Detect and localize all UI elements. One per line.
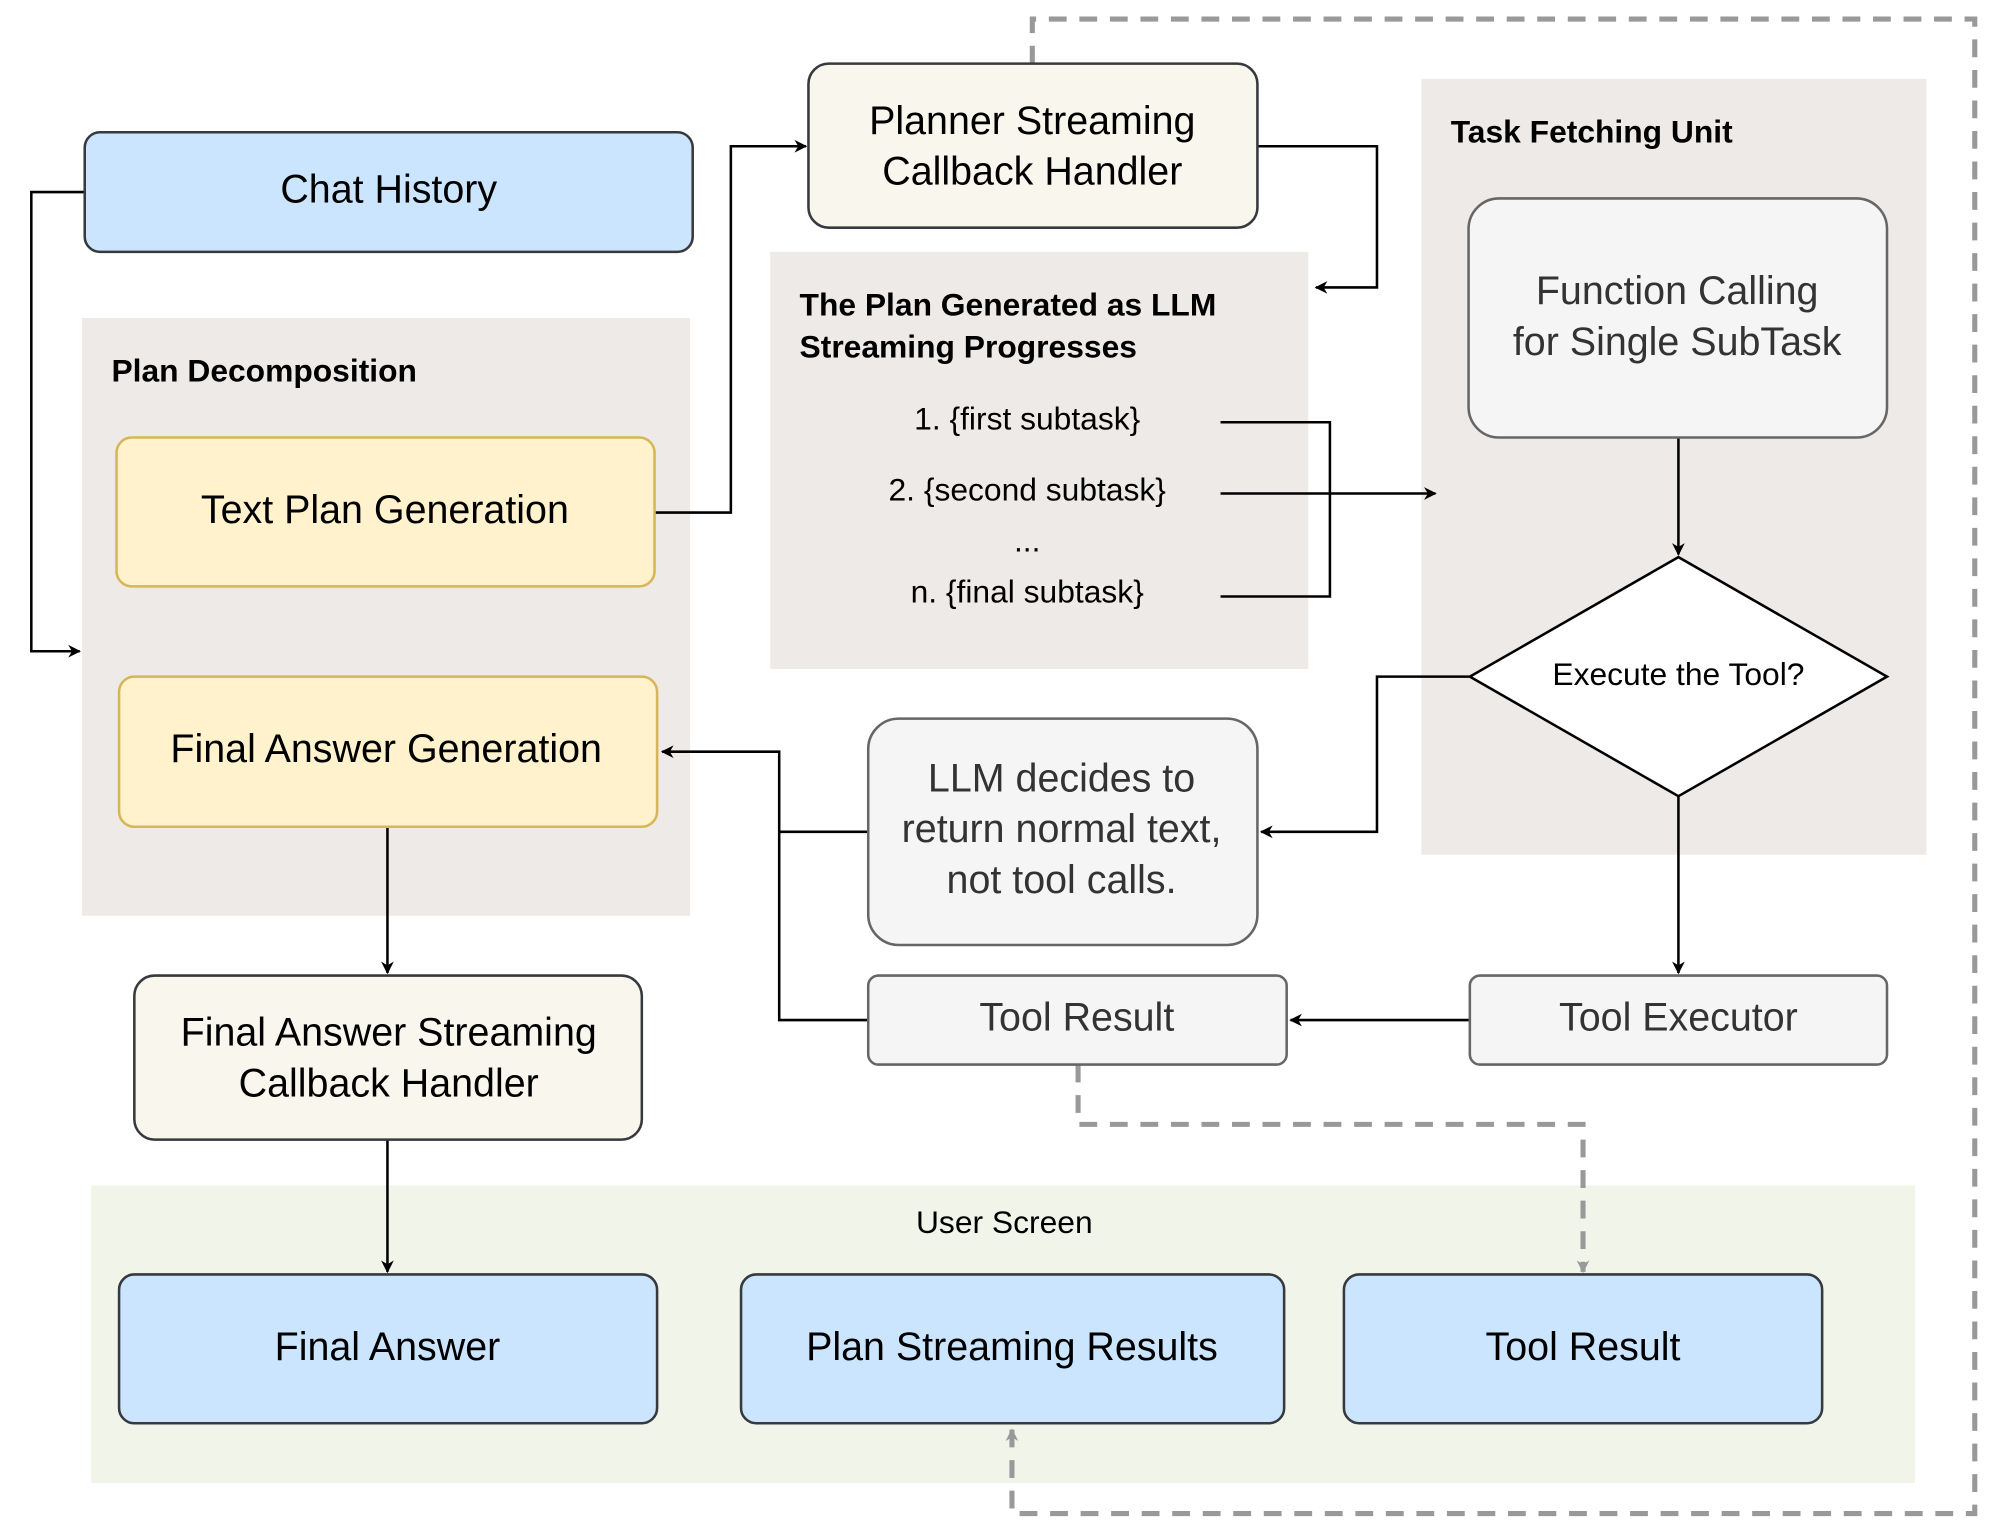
edge-chat-history <box>30 190 85 658</box>
function-calling-node: Function Calling for Single SubTask <box>1467 197 1889 439</box>
final-answer-streaming-node: Final Answer Streaming Callback Handler <box>133 974 644 1141</box>
node-label: Tool Result <box>979 995 1174 1039</box>
subtask-item: 2. {second subtask} <box>889 472 1167 508</box>
chat-history-node: Chat History <box>83 131 694 254</box>
user-screen-label: User Screen <box>916 1204 1093 1240</box>
node-label: Chat History <box>280 167 497 211</box>
final-answer-generation-node: Final Answer Generation <box>117 675 659 829</box>
node-label: not tool calls. <box>947 858 1177 902</box>
final-answer-node: Final Answer <box>117 1273 659 1425</box>
node-label: Function Calling <box>1536 269 1819 313</box>
node-label: Final Answer Generation <box>170 727 602 771</box>
node-label: LLM decides to <box>928 756 1195 800</box>
plan-decomposition-label: Plan Decomposition <box>111 353 417 389</box>
node-label: Final Answer Streaming <box>181 1011 597 1055</box>
flow-diagram: Plan Decomposition The Plan Generated as… <box>30 16 1978 1517</box>
node-label: Callback Handler <box>882 150 1182 194</box>
node-label: Tool Executor <box>1559 995 1798 1039</box>
subtask-item: 1. {first subtask} <box>914 400 1141 436</box>
tool-result-screen-node: Tool Result <box>1342 1273 1824 1425</box>
subtask-item: n. {final subtask} <box>911 573 1145 609</box>
node-label: Plan Streaming Results <box>806 1325 1218 1369</box>
node-label: Callback Handler <box>239 1062 539 1106</box>
node-label: Final Answer <box>275 1325 501 1369</box>
node-box <box>1467 197 1889 439</box>
tool-executor-node: Tool Executor <box>1468 974 1889 1066</box>
plan-streaming-results-node: Plan Streaming Results <box>739 1273 1286 1425</box>
plan-generated-title-line: Streaming Progresses <box>800 328 1137 364</box>
node-box <box>133 974 644 1141</box>
llm-decides-node: LLM decides to return normal text, not t… <box>866 717 1259 947</box>
node-box <box>807 62 1259 229</box>
node-label: Execute the Tool? <box>1552 656 1804 692</box>
text-plan-generation-node: Text Plan Generation <box>115 436 656 588</box>
subtask-item: ... <box>1014 522 1041 558</box>
tool-result-node: Tool Result <box>866 974 1288 1066</box>
plan-generated-title-line: The Plan Generated as LLM <box>800 286 1217 322</box>
node-label: Text Plan Generation <box>201 488 569 532</box>
node-label: return normal text, <box>902 807 1222 851</box>
node-label: for Single SubTask <box>1513 320 1842 364</box>
node-label: Tool Result <box>1486 1325 1681 1369</box>
planner-streaming-node: Planner Streaming Callback Handler <box>807 62 1259 229</box>
task-fetching-unit-label: Task Fetching Unit <box>1451 113 1733 149</box>
edge-result-to-final <box>660 745 869 1022</box>
node-label: Planner Streaming <box>869 99 1195 143</box>
